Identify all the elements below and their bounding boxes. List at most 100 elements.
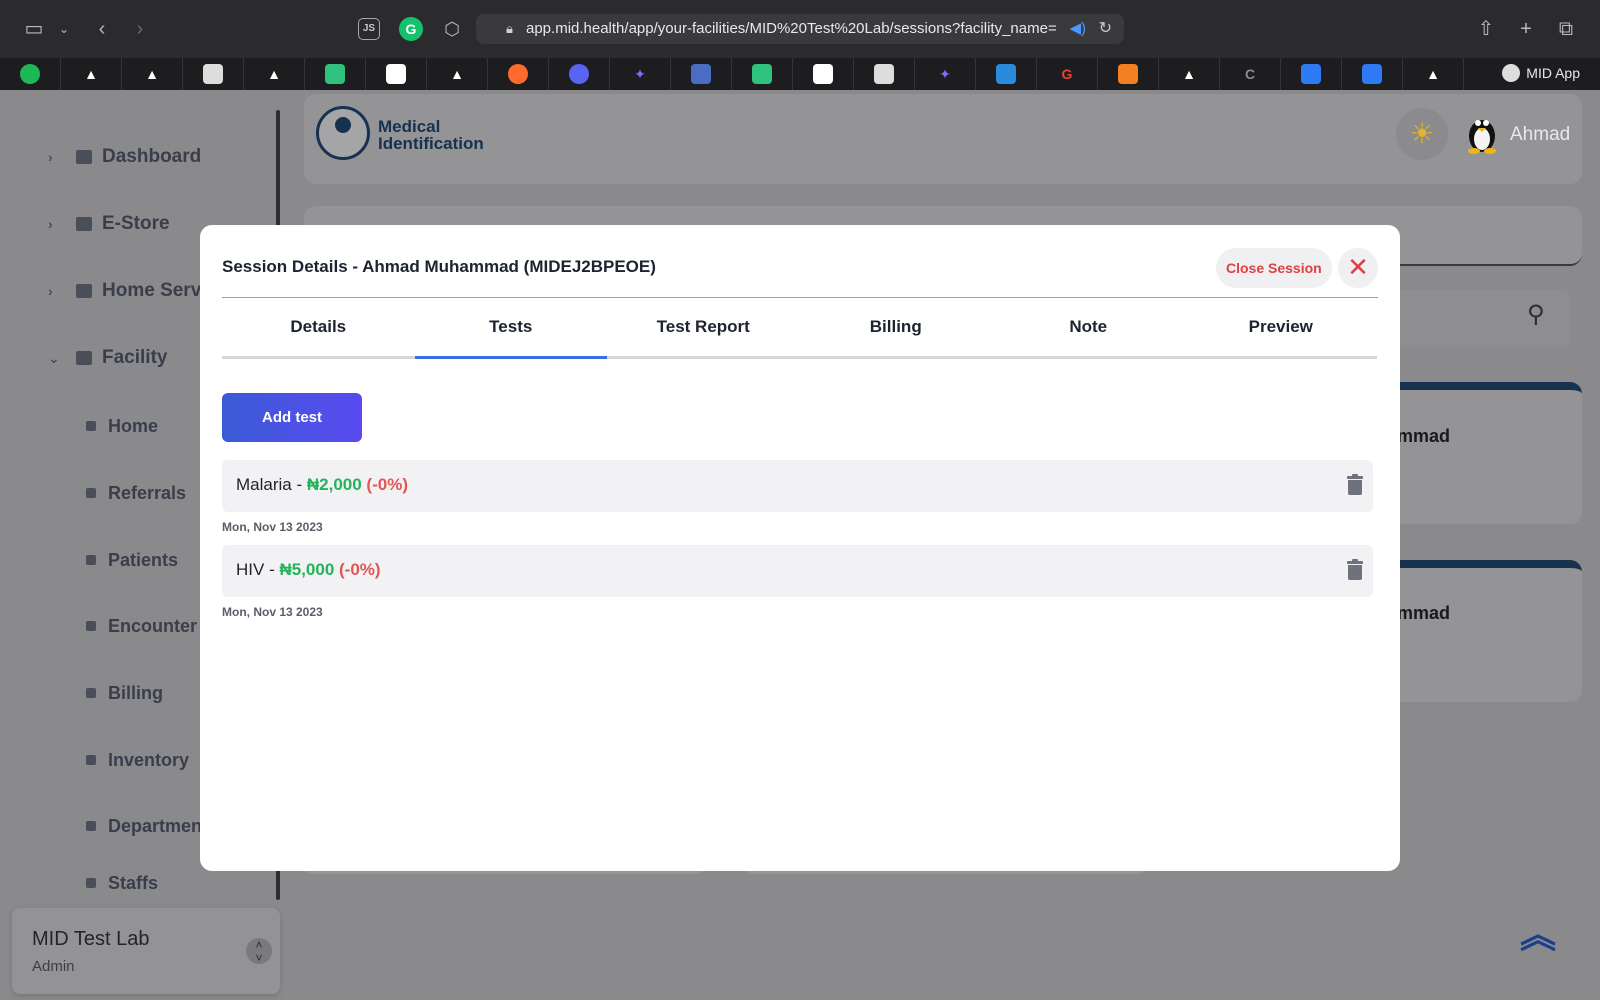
bookmark-item[interactable]: ✦ [915, 58, 976, 90]
sidebar-item-e-store[interactable]: › E-Store [48, 209, 170, 239]
bookmark-item[interactable] [305, 58, 366, 90]
test-discount: (-0%) [339, 560, 381, 579]
sidebar-subitem-label: Referrals [108, 482, 187, 503]
bookmark-item[interactable] [0, 58, 61, 90]
facility-switcher[interactable]: MID Test Lab Admin ˄ ˅ [12, 908, 280, 994]
stackoverflow-icon [1118, 64, 1138, 84]
chevron-right-icon: › [48, 283, 53, 299]
chevron-down-icon[interactable]: ⌄ [50, 16, 78, 42]
sidebar-item-dashboard[interactable]: › Dashboard [48, 142, 201, 172]
sidebar-subitem-label: Billing [108, 682, 163, 703]
tab-details[interactable]: Details [222, 307, 415, 356]
test-row: Malaria - ₦2,000 (-0%) [222, 460, 1373, 512]
building-icon [86, 821, 96, 831]
users-icon [86, 555, 96, 565]
penguin-avatar-icon[interactable] [1464, 112, 1500, 154]
tab-billing[interactable]: Billing [800, 307, 993, 356]
sidebar-subitem-referrals[interactable]: Referrals [86, 478, 186, 508]
blue-square-icon [1362, 64, 1382, 84]
triangle-icon: ▲ [1182, 66, 1196, 82]
test-name: Malaria [236, 475, 292, 494]
bookmark-item[interactable]: ▲ [244, 58, 305, 90]
sidebar-subitem-encounter[interactable]: Encounter [86, 611, 197, 641]
layers-icon [76, 284, 92, 298]
sidebar-subitem-home[interactable]: Home [86, 411, 158, 441]
trash-icon[interactable] [1346, 559, 1364, 581]
sidebar-item-facility[interactable]: ⌄ Facility [48, 343, 167, 373]
bookmark-item[interactable] [671, 58, 732, 90]
tab-test-report[interactable]: Test Report [607, 307, 800, 356]
logo-line-1: Medical [378, 117, 441, 136]
bookmark-mid-app[interactable]: MID App [1502, 64, 1580, 82]
grammarly-icon[interactable]: G [399, 17, 423, 41]
form-icon [691, 64, 711, 84]
reload-icon[interactable]: ↻ [1099, 14, 1112, 44]
logo-text: Medical Identification [378, 118, 484, 152]
test-name: HIV [236, 560, 265, 579]
bookmark-item[interactable] [1281, 58, 1342, 90]
bookmark-item[interactable]: C [1220, 58, 1281, 90]
js-extension-icon[interactable]: JS [358, 18, 380, 40]
close-icon[interactable]: ✕ [1338, 248, 1378, 288]
sidebar-subitem-label: Home [108, 415, 159, 436]
bookmark-item[interactable] [549, 58, 610, 90]
github-icon [386, 64, 406, 84]
bookmark-item[interactable]: ▲ [1159, 58, 1220, 90]
linear-icon [874, 64, 894, 84]
scroll-to-top-icon[interactable]: ︽ [1520, 917, 1556, 953]
bookmark-item[interactable] [1098, 58, 1159, 90]
home-icon [86, 421, 96, 431]
bookmark-item[interactable]: ▲ [61, 58, 122, 90]
bookmark-item[interactable] [488, 58, 549, 90]
triangle-icon: ▲ [145, 66, 159, 82]
test-price: ₦2,000 [306, 475, 362, 494]
back-icon[interactable]: ‹ [88, 16, 116, 42]
test-discount: (-0%) [366, 475, 408, 494]
sidebar-subitem-label: Department [108, 815, 209, 836]
new-tab-icon[interactable]: + [1512, 16, 1540, 42]
sidebar-subitem-department[interactable]: Department [86, 811, 208, 841]
c-app-icon: C [1244, 66, 1256, 82]
search-icon: ⚲ [1527, 301, 1545, 328]
theme-toggle-sun-icon[interactable]: ☀ [1396, 108, 1448, 160]
tab-preview[interactable]: Preview [1185, 307, 1378, 356]
user-icon [86, 621, 96, 631]
bookmark-item[interactable]: ▲ [1403, 58, 1464, 90]
bookmark-item[interactable] [854, 58, 915, 90]
bookmark-item[interactable] [976, 58, 1037, 90]
bookmark-item[interactable] [732, 58, 793, 90]
tab-note[interactable]: Note [992, 307, 1185, 356]
bracket-icon [325, 64, 345, 84]
bookmark-item[interactable] [366, 58, 427, 90]
vercel-icon: ▲ [1426, 66, 1440, 82]
tab-tests[interactable]: Tests [414, 307, 608, 359]
bookmark-item[interactable]: G [1037, 58, 1098, 90]
sidebar-subitem-inventory[interactable]: Inventory [86, 745, 189, 775]
github-icon [813, 64, 833, 84]
cube-icon[interactable]: ⬡ [438, 16, 466, 42]
sidebar-subitem-patients[interactable]: Patients [86, 545, 178, 575]
chevron-up-down-icon[interactable]: ˄ ˅ [246, 938, 272, 965]
speaker-icon[interactable]: ◀︎) [1069, 14, 1086, 44]
dashboard-icon [76, 150, 92, 164]
close-session-button[interactable]: Close Session [1216, 248, 1332, 288]
trash-icon[interactable] [1346, 474, 1364, 496]
sidebar-item-home-services[interactable]: › Home Servic [48, 276, 217, 306]
bookmark-item[interactable]: ▲ [122, 58, 183, 90]
share-icon[interactable]: ⇧ [1472, 16, 1500, 42]
bookmark-item[interactable] [793, 58, 854, 90]
url-bar[interactable]: 🔒︎ app.mid.health/app/your-facilities/MI… [476, 14, 1124, 44]
tab-overview-icon[interactable]: ⧉ [1552, 16, 1580, 42]
bookmark-item[interactable] [183, 58, 244, 90]
sidebar-toggle-icon[interactable]: ▭ [20, 16, 48, 42]
add-test-button[interactable]: Add test [222, 393, 362, 442]
sidebar-subitem-staffs[interactable]: Staffs [86, 872, 158, 894]
bookmark-item[interactable] [1342, 58, 1403, 90]
logo-line-2: Identification [378, 134, 484, 153]
sidebar-subitem-billing[interactable]: Billing [86, 678, 163, 708]
browser-toolbar: ▭ ⌄ ‹ › JS G ⬡ 🔒︎ app.mid.health/app/you… [0, 0, 1600, 58]
bookmark-item[interactable]: ✦ [610, 58, 671, 90]
sidebar-subitem-label: Staffs [108, 872, 159, 893]
chevron-down-icon: ⌄ [48, 349, 60, 366]
bookmark-item[interactable]: ▲ [427, 58, 488, 90]
